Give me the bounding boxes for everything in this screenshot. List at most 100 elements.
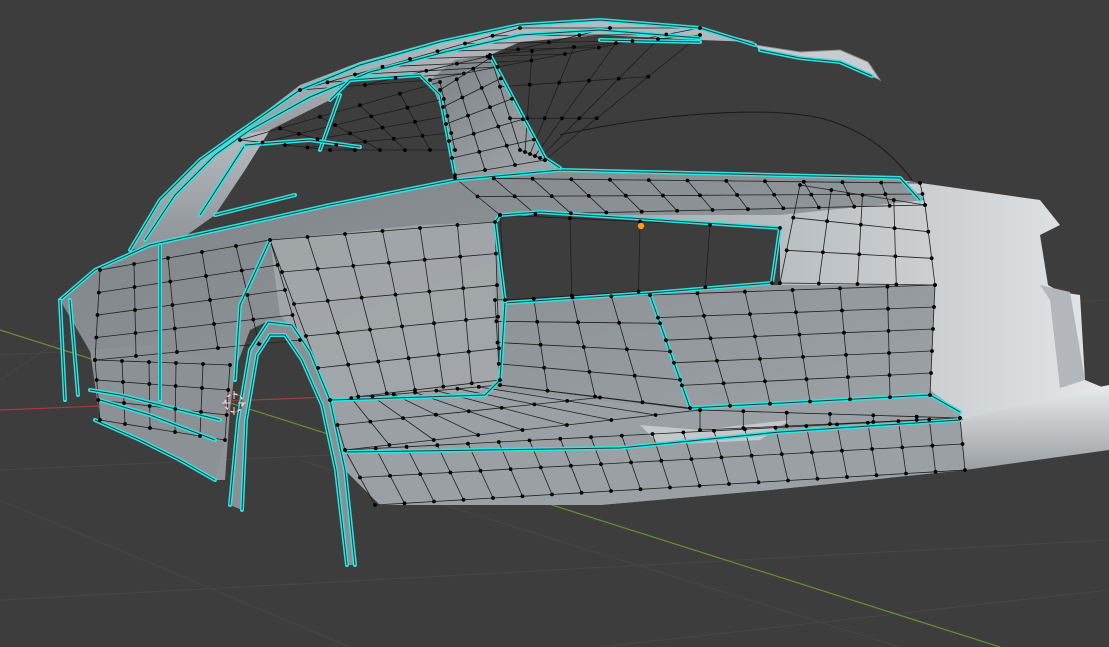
mesh-vertex[interactable] xyxy=(224,413,229,417)
mesh-vertex[interactable] xyxy=(887,373,892,377)
mesh-vertex[interactable] xyxy=(688,406,692,410)
mesh-vertex[interactable] xyxy=(870,447,874,451)
mesh-vertex[interactable] xyxy=(887,351,891,355)
mesh-vertex[interactable] xyxy=(779,452,784,456)
mesh-vertex[interactable] xyxy=(801,179,806,184)
mesh-vertex[interactable] xyxy=(444,122,448,126)
mesh-vertex[interactable] xyxy=(318,114,322,119)
mesh-vertex[interactable] xyxy=(646,74,651,79)
mesh-vertex[interactable] xyxy=(488,56,492,60)
mesh-vertex[interactable] xyxy=(763,379,767,384)
viewport-canvas[interactable] xyxy=(0,0,1109,647)
mesh-vertex[interactable] xyxy=(518,148,522,152)
mesh-vertex[interactable] xyxy=(508,467,513,471)
mesh-vertex[interactable] xyxy=(614,41,618,45)
mesh-vertex[interactable] xyxy=(315,267,320,271)
mesh-vertex[interactable] xyxy=(463,41,467,46)
mesh-vertex[interactable] xyxy=(373,503,377,507)
mesh-vertex[interactable] xyxy=(664,338,668,343)
mesh-vertex[interactable] xyxy=(461,71,466,76)
mesh-vertex[interactable] xyxy=(349,396,354,400)
mesh-vertex[interactable] xyxy=(402,501,407,506)
mesh-vertex[interactable] xyxy=(494,251,498,256)
mesh-vertex[interactable] xyxy=(455,386,460,391)
mesh-vertex[interactable] xyxy=(638,487,643,492)
mesh-vertex[interactable] xyxy=(428,148,432,152)
mesh-vertex[interactable] xyxy=(498,84,502,89)
mesh-vertex[interactable] xyxy=(546,40,551,45)
mesh-vertex[interactable] xyxy=(343,232,347,236)
mesh-vertex[interactable] xyxy=(148,426,152,430)
mesh-vertex[interactable] xyxy=(721,381,726,386)
mesh-vertex[interactable] xyxy=(865,420,870,425)
mesh-vertex[interactable] xyxy=(251,317,256,322)
mesh-vertex[interactable] xyxy=(436,353,441,357)
mesh-vertex[interactable] xyxy=(569,463,573,468)
mesh-vertex[interactable] xyxy=(668,485,672,490)
mesh-vertex[interactable] xyxy=(353,148,357,152)
mesh-vertex[interactable] xyxy=(810,450,814,455)
mesh-vertex[interactable] xyxy=(672,360,676,365)
mesh-vertex[interactable] xyxy=(488,105,492,110)
mesh-vertex[interactable] xyxy=(527,82,532,87)
mesh-vertex[interactable] xyxy=(923,203,927,207)
mesh-vertex[interactable] xyxy=(596,45,601,50)
mesh-vertex[interactable] xyxy=(885,284,890,289)
mesh-vertex[interactable] xyxy=(304,334,308,338)
mesh-vertex[interactable] xyxy=(504,143,509,148)
mesh-vertex[interactable] xyxy=(393,76,398,80)
mesh-vertex[interactable] xyxy=(216,346,220,350)
mesh-vertex[interactable] xyxy=(572,45,576,49)
mesh-vertex[interactable] xyxy=(305,235,310,239)
mesh-vertex[interactable] xyxy=(460,95,465,100)
mesh-vertex[interactable] xyxy=(929,371,933,375)
mesh-vertex[interactable] xyxy=(846,375,850,379)
mesh-vertex[interactable] xyxy=(438,88,442,92)
mesh-vertex[interactable] xyxy=(712,428,716,433)
3d-viewport[interactable] xyxy=(0,0,1109,647)
mesh-vertex[interactable] xyxy=(838,286,842,291)
mesh-vertex[interactable] xyxy=(545,388,550,393)
mesh-vertex[interactable] xyxy=(336,330,340,335)
mesh-vertex[interactable] xyxy=(557,80,562,85)
mesh-vertex[interactable] xyxy=(963,468,967,472)
mesh-vertex[interactable] xyxy=(753,334,757,339)
mesh-vertex[interactable] xyxy=(896,419,901,424)
mesh-vertex[interactable] xyxy=(886,329,891,333)
mesh-vertex[interactable] xyxy=(477,150,482,154)
mesh-vertex[interactable] xyxy=(278,126,282,131)
mesh-vertex[interactable] xyxy=(298,338,302,342)
mesh-vertex[interactable] xyxy=(587,369,592,374)
mesh-vertex[interactable] xyxy=(496,314,500,319)
mesh-vertex[interactable] xyxy=(727,482,731,486)
mesh-vertex[interactable] xyxy=(450,156,454,160)
mesh-vertex[interactable] xyxy=(493,298,497,302)
mesh-vertex[interactable] xyxy=(525,116,530,121)
mesh-vertex[interactable] xyxy=(623,193,628,198)
mesh-vertex[interactable] xyxy=(608,177,612,182)
mesh-vertex[interactable] xyxy=(223,438,227,442)
mesh-vertex[interactable] xyxy=(816,205,821,210)
mesh-vertex[interactable] xyxy=(200,250,204,254)
mesh-vertex[interactable] xyxy=(466,113,470,118)
mesh-vertex[interactable] xyxy=(98,418,102,422)
mesh-vertex[interactable] xyxy=(528,152,532,156)
mesh-vertex[interactable] xyxy=(418,472,423,476)
mesh-vertex[interactable] xyxy=(527,438,532,443)
mesh-vertex[interactable] xyxy=(576,320,580,325)
mesh-vertex[interactable] xyxy=(569,177,574,182)
mesh-vertex[interactable] xyxy=(292,302,296,306)
mesh-vertex[interactable] xyxy=(475,194,480,199)
mesh-vertex[interactable] xyxy=(632,373,637,378)
mesh-vertex[interactable] xyxy=(268,238,272,242)
mesh-vertex[interactable] xyxy=(609,418,614,422)
mesh-vertex[interactable] xyxy=(363,83,367,87)
mesh-vertex[interactable] xyxy=(697,483,702,488)
mesh-vertex[interactable] xyxy=(378,148,382,152)
mesh-vertex[interactable] xyxy=(715,358,719,363)
mesh-vertex[interactable] xyxy=(94,378,99,382)
mesh-vertex[interactable] xyxy=(343,448,347,452)
mesh-vertex[interactable] xyxy=(778,226,782,230)
mesh-vertex[interactable] xyxy=(96,398,101,402)
mesh-vertex[interactable] xyxy=(533,154,537,158)
